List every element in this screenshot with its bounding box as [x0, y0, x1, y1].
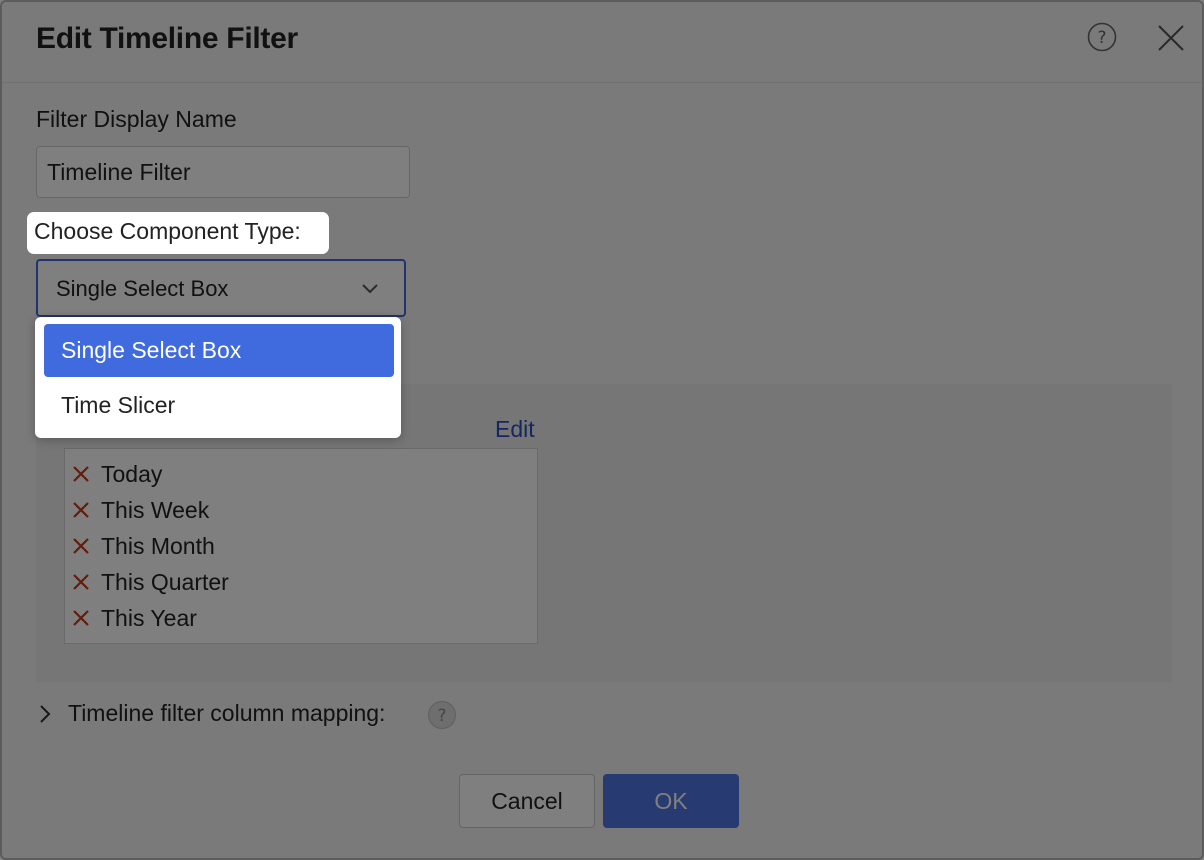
option-single-select-box[interactable]: Single Select Box [44, 324, 394, 377]
component-type-dropdown-menu: Single Select Box Time Slicer [35, 317, 401, 438]
option-time-slicer[interactable]: Time Slicer [44, 379, 394, 432]
component-type-label: Choose Component Type: [27, 212, 329, 254]
